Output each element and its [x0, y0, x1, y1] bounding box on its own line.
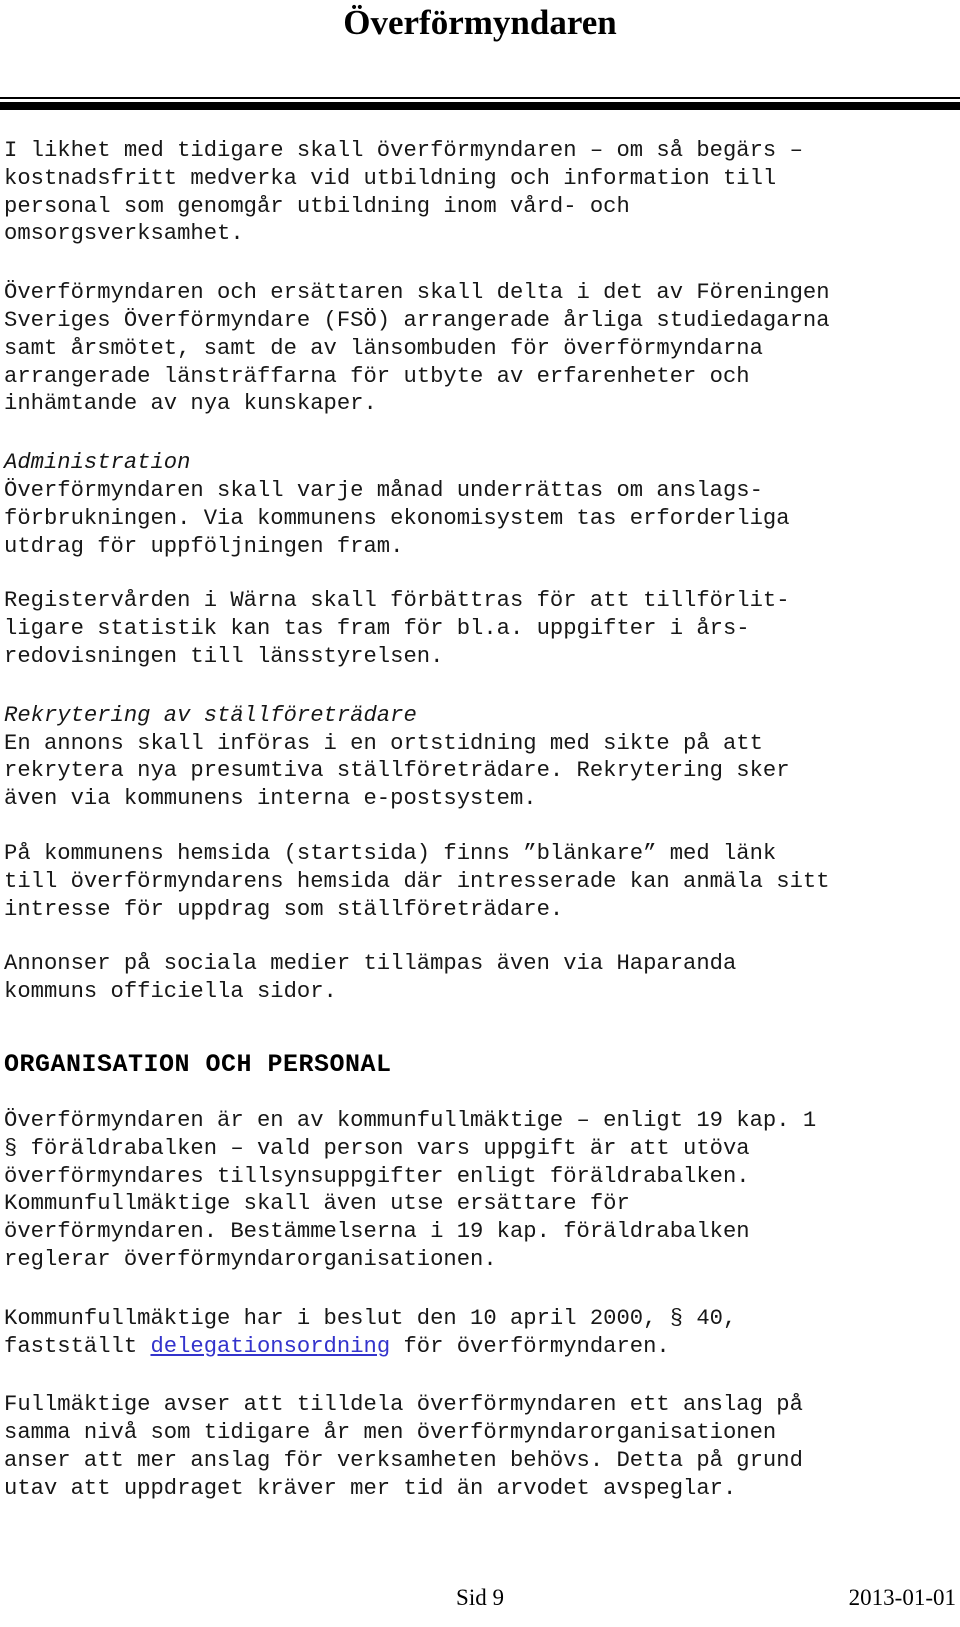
- section-heading-organisation-personal: ORGANISATION OCH PERSONAL: [4, 1049, 392, 1079]
- subheading-administration: Administration: [4, 450, 191, 476]
- paragraph-anslag-fullmaktige: Fullmäktige avser att tilldela överförmy…: [4, 1392, 803, 1501]
- footer-page-number: Sid 9: [456, 1585, 504, 1610]
- paragraph-delegationsordning: Kommunfullmäktige har i beslut den 10 ap…: [4, 1305, 954, 1361]
- paragraph-delegationsordning-text-after: för överförmyndaren.: [390, 1333, 670, 1359]
- paragraph-sociala-medier: Annonser på sociala medier tillämpas äve…: [4, 951, 737, 1005]
- document-body: I likhet med tidigare skall överförmynda…: [0, 110, 960, 1502]
- header-divider: [0, 97, 960, 110]
- paragraph-fso-studiedagar: Överförmyndaren och ersättaren skall del…: [4, 280, 830, 417]
- paragraph-hemsida-blankare: På kommunens hemsida (startsida) finns ”…: [4, 840, 830, 922]
- page-footer: Sid 9 2013-01-01: [0, 1585, 960, 1619]
- page-title: Överförmyndaren: [343, 3, 617, 42]
- paragraph-anslagsforbrukning: Överförmyndaren skall varje månad underr…: [4, 477, 790, 559]
- header-divider-thick-line: [0, 102, 960, 110]
- footer-date: 2013-01-01: [848, 1585, 956, 1610]
- delegationsordning-link[interactable]: delegationsordning: [150, 1334, 390, 1359]
- paragraph-foraldrabalken: Överförmyndaren är en av kommunfullmäkti…: [4, 1107, 817, 1272]
- paragraph-annons-rekrytering: En annons skall införas i en ortstidning…: [4, 730, 790, 812]
- paragraph-utbildning-information: I likhet med tidigare skall överförmynda…: [4, 138, 803, 247]
- paragraph-registervarden: Registervården i Wärna skall förbättras …: [4, 588, 790, 669]
- subheading-rekrytering: Rekrytering av ställföreträdare: [4, 702, 417, 728]
- document-page: Överförmyndaren I likhet med tidigare sk…: [0, 0, 960, 1627]
